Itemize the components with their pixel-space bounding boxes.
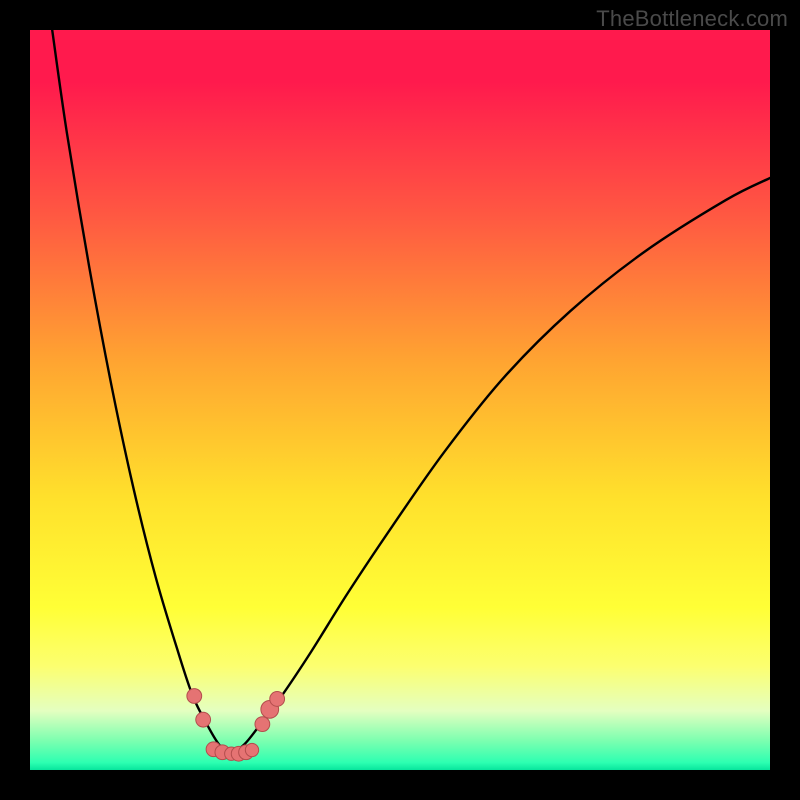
data-marker [245, 743, 258, 756]
chart-plot-area [30, 30, 770, 770]
data-marker [255, 717, 270, 732]
data-marker [196, 712, 211, 727]
watermark-text: TheBottleneck.com [596, 6, 788, 32]
chart-svg [30, 30, 770, 770]
curve-group [52, 30, 770, 755]
curve-right-branch [230, 178, 770, 755]
curve-left-branch [52, 30, 230, 755]
chart-frame: TheBottleneck.com [0, 0, 800, 800]
marker-group [187, 689, 285, 762]
data-marker [187, 689, 202, 704]
data-marker [270, 692, 285, 707]
